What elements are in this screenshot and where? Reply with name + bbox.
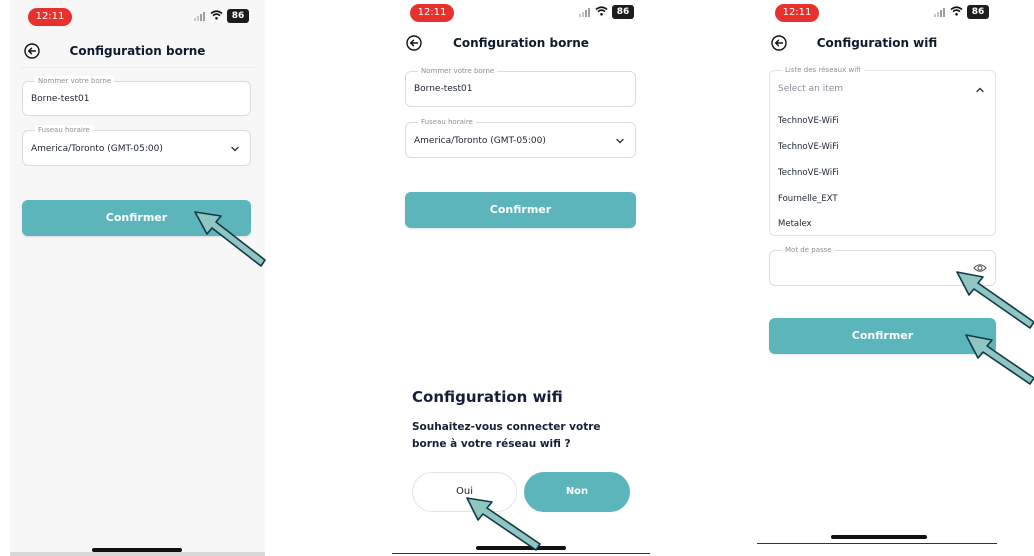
timezone-value: America/Toronto (GMT-05:00) — [414, 136, 546, 146]
timezone-select[interactable]: Fuseau horaire America/Toronto (GMT-05:0… — [22, 125, 251, 166]
phone-screen-2: 12:11 86 Configuration borne Nommer votr… — [392, 0, 650, 556]
station-name-label: Nommer votre borne — [35, 76, 115, 86]
wifi-network-option[interactable]: Metalex — [778, 219, 812, 229]
timezone-select[interactable]: Fuseau horaire America/Toronto (GMT-05:0… — [405, 117, 636, 158]
wifi-network-placeholder: Select an item — [778, 84, 844, 94]
timezone-value: America/Toronto (GMT-05:00) — [31, 144, 163, 154]
password-label: Mot de passe — [782, 245, 835, 255]
station-name-value: Borne-test01 — [31, 94, 90, 104]
status-bar: 12:11 86 — [757, 4, 997, 24]
station-name-value: Borne-test01 — [414, 84, 473, 94]
battery-icon: 86 — [612, 5, 634, 19]
wifi-network-option[interactable]: TechnoVE-WiFi — [778, 142, 839, 152]
wifi-network-option[interactable]: Fournelle_EXT — [778, 194, 838, 204]
wifi-network-label: Liste des réseaux wifi — [782, 65, 864, 75]
app-header: Configuration wifi — [757, 30, 997, 58]
confirm-button[interactable]: Confirmer — [769, 318, 996, 354]
chevron-up-icon[interactable] — [975, 85, 985, 95]
phone-screen-1: 12:11 86 Configuration borne Nommer votr… — [10, 0, 265, 556]
status-bar: 12:11 86 — [392, 4, 650, 24]
station-name-label: Nommer votre borne — [418, 66, 498, 76]
wifi-icon — [595, 5, 608, 19]
page-title: Configuration borne — [453, 36, 589, 50]
app-header: Configuration borne — [10, 38, 265, 66]
eye-icon[interactable] — [973, 263, 987, 273]
signal-icon — [194, 11, 206, 21]
timezone-label: Fuseau horaire — [35, 125, 93, 135]
signal-icon — [934, 7, 946, 17]
signal-icon — [579, 7, 591, 17]
password-field[interactable]: Mot de passe — [769, 245, 996, 286]
battery-icon: 86 — [967, 5, 989, 19]
station-name-field[interactable]: Nommer votre borne Borne-test01 — [22, 76, 251, 116]
screen3-bottom-line — [757, 543, 997, 544]
wifi-network-option[interactable]: TechnoVE-WiFi — [778, 168, 839, 178]
confirm-button[interactable]: Confirmer — [22, 200, 251, 236]
chevron-down-icon — [616, 138, 624, 144]
phone-screen-3: 12:11 86 Configuration wifi Liste des ré… — [757, 0, 997, 556]
page-title: Configuration wifi — [816, 36, 938, 50]
status-time: 12:11 — [28, 8, 72, 26]
yes-button[interactable]: Oui — [412, 472, 517, 512]
status-bar: 12:11 86 — [10, 8, 265, 28]
home-indicator — [476, 546, 566, 550]
chevron-down-icon — [231, 146, 239, 152]
header-divider — [20, 67, 255, 68]
page-title: Configuration borne — [69, 44, 206, 58]
wifi-network-option[interactable]: TechnoVE-WiFi — [778, 116, 839, 126]
battery-icon: 86 — [227, 9, 249, 23]
timezone-label: Fuseau horaire — [418, 117, 476, 127]
screen2-bottom-line — [392, 553, 650, 554]
wifi-icon — [210, 9, 223, 23]
station-name-field[interactable]: Nommer votre borne Borne-test01 — [405, 66, 636, 107]
home-indicator — [831, 535, 927, 539]
wifi-network-dropdown[interactable]: Liste des réseaux wifi Select an item Te… — [769, 65, 996, 236]
status-time: 12:11 — [410, 4, 454, 22]
app-header: Configuration borne — [392, 30, 650, 58]
no-button[interactable]: Non — [524, 472, 630, 512]
screen1-bottom-bar — [10, 552, 265, 556]
dialog-message: Souhaitez-vous connecter votre borne à v… — [412, 421, 601, 450]
confirm-button[interactable]: Confirmer — [405, 192, 636, 228]
status-time: 12:11 — [775, 4, 819, 22]
dialog-title: Configuration wifi — [412, 388, 563, 406]
wifi-icon — [950, 5, 963, 19]
